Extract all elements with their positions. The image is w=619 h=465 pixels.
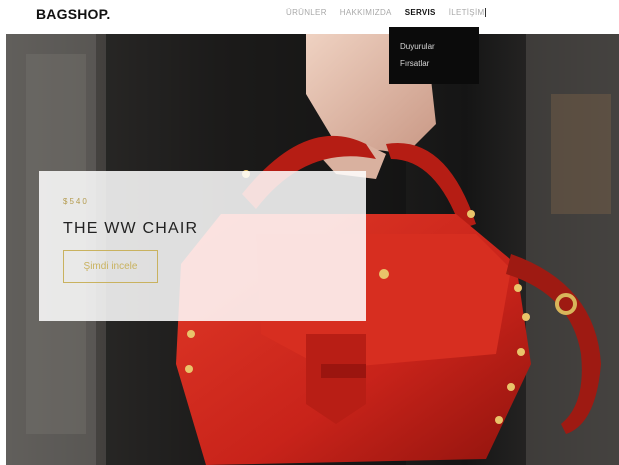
top-navbar: BAGSHOP. ÜRÜNLER HAKKIMIZDA SERVIS İLETİ… [0, 0, 619, 30]
main-nav: ÜRÜNLER HAKKIMIZDA SERVIS İLETİŞİM [286, 8, 487, 18]
dropdown-item-deals[interactable]: Fırsatlar [389, 55, 479, 72]
nav-item-products[interactable]: ÜRÜNLER [286, 8, 327, 17]
nav-item-contact[interactable]: İLETİŞİM [448, 8, 487, 18]
product-price: $540 [63, 197, 89, 206]
view-now-button[interactable]: Şimdi incele [63, 250, 158, 283]
nav-item-about[interactable]: HAKKIMIZDA [340, 8, 392, 17]
nav-item-contact-label: İLETİŞİM [448, 8, 485, 17]
text-cursor-icon [485, 8, 487, 18]
service-dropdown-menu: Duyurular Fırsatlar [389, 27, 479, 84]
dropdown-item-announcements[interactable]: Duyurular [389, 38, 479, 55]
brand-logo[interactable]: BAGSHOP. [36, 6, 110, 22]
nav-item-service[interactable]: SERVIS [405, 8, 436, 17]
product-card: $540 THE WW CHAIR Şimdi incele [39, 171, 366, 321]
product-title: THE WW CHAIR [63, 220, 199, 237]
